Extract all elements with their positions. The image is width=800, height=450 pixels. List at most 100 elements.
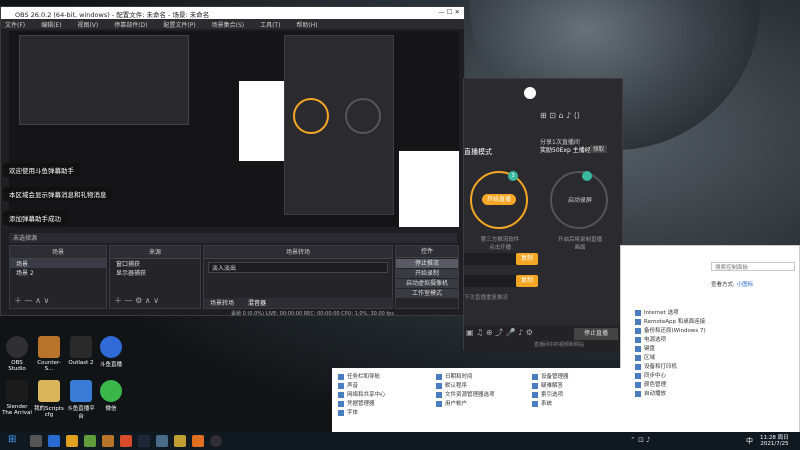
record-button[interactable]: 启动录屏 <box>558 195 602 204</box>
desktop-icon-csgo[interactable]: Counter-S... <box>34 336 64 372</box>
language-indicator[interactable]: 中 <box>746 436 753 446</box>
cp-item[interactable]: 疑难解答 <box>532 381 618 390</box>
menu-tools[interactable]: 工具(T) <box>260 22 280 29</box>
streamer-avatar[interactable] <box>524 87 536 99</box>
cp-item[interactable]: 区域 <box>635 353 795 362</box>
taskbar-clock[interactable]: 11:28 周日 2021/7/25 <box>760 433 789 447</box>
transition-select[interactable]: 淡入淡出 <box>208 262 388 273</box>
app-task-icon-4[interactable] <box>192 435 204 447</box>
rtmp-field-1[interactable] <box>464 253 516 265</box>
menu-help[interactable]: 帮助(H) <box>296 22 317 29</box>
source-item-window-capture[interactable]: 窗口捕获 <box>110 259 200 268</box>
start-virtual-camera-button[interactable]: 启动虚拟摄像机 <box>396 279 458 288</box>
chat-message-success: 添加弹幕助手成功 <box>3 211 67 225</box>
cp-item[interactable]: 网络和共享中心 <box>338 390 428 399</box>
cp-item[interactable]: 任务栏和导航 <box>338 372 428 381</box>
start-recording-button[interactable]: 开始录制 <box>396 269 458 278</box>
cp-item[interactable]: 用户帐户 <box>436 399 526 408</box>
desktop-icon-outlast[interactable]: Outlast 2 <box>66 336 96 366</box>
transitions-dock: 场景转场 淡入淡出 场景转场 混音器 <box>203 245 394 309</box>
source-toolbar-icon[interactable]: ＋ — ⚙ ∧ ∨ <box>114 295 159 306</box>
cp-item[interactable]: 凭据管理器 <box>338 399 428 408</box>
app-task-icon-3[interactable] <box>174 435 186 447</box>
copy-button-2[interactable]: 复制 <box>516 275 538 287</box>
cp-item[interactable]: 设备管理器 <box>532 372 618 381</box>
cp-item[interactable]: 键盘 <box>635 344 795 353</box>
desktop-icon-slender[interactable]: Slender The Arrival <box>2 380 32 416</box>
scene-toolbar-icon[interactable]: ＋ — ∧ ∨ <box>14 295 49 306</box>
desktop-icon-scripts[interactable]: 我的Scripts cfg <box>34 380 64 418</box>
scene-item-2[interactable]: 场景 2 <box>10 268 106 277</box>
tab-mixer[interactable]: 混音器 <box>242 300 272 307</box>
live-helper-window[interactable]: ⊞ ⊡ ⌂ ♪ ⟨⟩ 分享1次直播间 奖励50Exp 主播经验 领取 直播模式 … <box>463 78 624 351</box>
cp-item[interactable]: 声音 <box>338 381 428 390</box>
start-live-button[interactable]: 开始直播 <box>482 194 516 205</box>
cp-item[interactable]: 同步中心 <box>635 371 795 380</box>
record-circle[interactable]: 启动录屏 <box>550 171 608 229</box>
start-live-circle[interactable]: 开始直播 <box>470 171 528 229</box>
menu-docks[interactable]: 停靠部件(D) <box>114 22 147 29</box>
bottom-icons[interactable]: ▣ ♫ ⊕ ⤴ 🎤 ♪ ⚙ <box>466 327 533 338</box>
desktop-icon-obs[interactable]: OBS Studio <box>2 336 32 372</box>
obs-window[interactable]: OBS 26.0.2 (64-bit, windows) - 配置文件: 未命名… <box>0 6 465 316</box>
stop-live-button[interactable]: 停止直播 <box>574 328 618 340</box>
control-panel-search[interactable]: 搜索控制面板 <box>711 262 795 271</box>
tab-transitions[interactable]: 场景转场 <box>204 300 240 307</box>
explorer-icon[interactable] <box>66 435 78 447</box>
rtmp-field-2[interactable] <box>464 275 516 287</box>
cp-item[interactable]: 备份和还原(Windows 7) <box>635 326 795 335</box>
source-item-display-capture[interactable]: 显示器捕获 <box>110 268 200 277</box>
cp-item[interactable]: Internet 选项 <box>635 308 795 317</box>
cp-item[interactable]: 设备和打印机 <box>635 362 795 371</box>
cp-item[interactable]: 电源选项 <box>635 335 795 344</box>
keyboard-icon <box>635 345 641 352</box>
controls-dock: 控件 停止推流 开始录制 启动虚拟摄像机 工作室模式 <box>395 245 459 309</box>
cp-item[interactable]: 文件资源管理器选项 <box>436 390 526 399</box>
device-manager-icon <box>532 373 538 380</box>
menu-file[interactable]: 文件(F) <box>5 22 25 29</box>
cp-item[interactable]: RemoteApp 和桌面连接 <box>635 317 795 326</box>
cp-item[interactable]: 系统 <box>532 399 618 408</box>
app-task-icon[interactable] <box>120 435 132 447</box>
menu-profile[interactable]: 配置文件(P) <box>163 22 195 29</box>
preview-nested-helper <box>284 35 394 215</box>
cp-item[interactable]: 索引选项 <box>532 390 618 399</box>
steam-task-icon[interactable] <box>138 435 150 447</box>
cp-item[interactable]: 颜色管理 <box>635 380 795 389</box>
desktop-icon-douyu-platform[interactable]: 斗鱼直播平台 <box>66 380 96 420</box>
toolbar-icons[interactable]: ⊞ ⊡ ⌂ ♪ ⟨⟩ <box>540 111 580 120</box>
menu-edit[interactable]: 编辑(E) <box>41 22 61 29</box>
task-view-icon[interactable] <box>30 435 42 447</box>
copy-button-1[interactable]: 复制 <box>516 253 538 265</box>
chat-message-welcome: 欢迎使用斗鱼弹幕助手 <box>3 163 80 177</box>
desktop-icon-douyu[interactable]: 斗鱼直播 <box>96 336 126 368</box>
cp-item[interactable]: 日期和时间 <box>436 372 526 381</box>
menu-view[interactable]: 视图(V) <box>77 22 98 29</box>
power-icon <box>635 336 641 343</box>
explorer-options-icon <box>436 391 442 398</box>
desktop-icon-wechat[interactable]: 微信 <box>96 380 126 412</box>
remoteapp-icon <box>635 318 641 325</box>
obs-task-icon[interactable] <box>210 435 222 447</box>
datetime-icon <box>436 373 442 380</box>
window-controls-icon[interactable]: — ☐ ✕ <box>438 8 460 16</box>
claim-button[interactable]: 领取 <box>590 145 608 153</box>
tray-icons[interactable]: ⌃ ⊡ ♪ <box>630 436 651 444</box>
obs-icon <box>6 336 28 358</box>
transitions-header: 场景转场 <box>204 246 392 259</box>
menu-scene-collection[interactable]: 场景集合(S) <box>212 22 245 29</box>
studio-mode-button[interactable]: 工作室模式 <box>396 289 458 298</box>
csgo-task-icon[interactable] <box>102 435 114 447</box>
scene-item-1[interactable]: 场景 <box>10 259 106 268</box>
cp-item[interactable]: 自动播放 <box>635 389 795 398</box>
view-mode-dropdown[interactable]: 小图标 <box>737 282 754 288</box>
ie-icon[interactable] <box>48 435 60 447</box>
stop-stream-button[interactable]: 停止推流 <box>396 259 458 268</box>
start-button-icon[interactable]: ⊞ <box>8 434 16 445</box>
app-task-icon-2[interactable] <box>156 435 168 447</box>
cp-item[interactable]: 字体 <box>338 408 428 417</box>
cp-item[interactable]: 默认程序 <box>436 381 526 390</box>
control-panel-window[interactable]: 搜索控制面板 查看方式: 小图标 Internet 选项 RemoteApp 和… <box>620 245 800 435</box>
chrome-icon[interactable] <box>84 435 96 447</box>
slender-icon <box>6 380 28 402</box>
